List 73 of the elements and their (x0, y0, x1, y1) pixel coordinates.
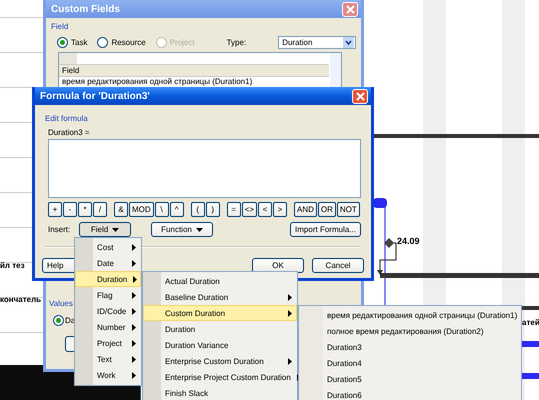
menu-item[interactable]: Work (75, 367, 141, 383)
milestone-date: 24.09 (397, 236, 420, 246)
type-label: Type: (226, 38, 246, 47)
operator-button[interactable]: / (93, 202, 107, 217)
operator-button[interactable]: <> (242, 202, 258, 217)
menu-item[interactable]: Project (75, 335, 141, 351)
group-label: Values (49, 299, 73, 308)
cancel-button[interactable]: Cancel (312, 258, 364, 273)
window-title: Custom Fields (51, 4, 120, 14)
operator-button[interactable]: > (273, 202, 288, 217)
operator-button[interactable]: < (258, 202, 272, 217)
menu-item[interactable]: Duration (143, 321, 297, 337)
task-bar (522, 341, 539, 347)
radio-option[interactable]: Resource (97, 37, 146, 48)
menu-item[interactable]: Finish Slack (143, 385, 297, 400)
menu-item[interactable]: Enterprise Custom Duration (143, 353, 297, 369)
operator-button[interactable]: * (78, 202, 92, 217)
menu-item[interactable]: Duration Variance (143, 337, 297, 353)
operator-button[interactable]: \ (154, 202, 169, 217)
list-row[interactable] (59, 53, 329, 65)
task-name: кончатель (0, 295, 42, 304)
operator-button[interactable]: AND (294, 202, 317, 217)
close-icon (356, 92, 364, 100)
type-dropdown[interactable]: Duration (278, 36, 356, 49)
operator-button[interactable]: - (63, 202, 77, 217)
operator-button[interactable]: OR (318, 202, 336, 217)
menu-item[interactable]: время редактирования одной страницы (Duration1) (299, 307, 521, 323)
menu-item[interactable]: Duration6 (299, 387, 521, 400)
radio-option[interactable]: Task (57, 37, 88, 48)
caret-icon (196, 228, 203, 232)
operator-button[interactable]: MOD (129, 202, 154, 217)
menu-item[interactable]: Duration3 (299, 339, 521, 355)
column-header: Field (59, 65, 329, 77)
operator-button[interactable]: ^ (170, 202, 184, 217)
dependency-arrow (377, 242, 396, 275)
menu-item[interactable]: Text (75, 351, 141, 367)
menu-item[interactable]: Cost (75, 239, 141, 255)
menu-item[interactable]: Duration (75, 271, 141, 287)
task-bar (522, 373, 539, 379)
operator-button[interactable]: + (48, 202, 62, 217)
caret-icon (112, 228, 120, 232)
task-name: атей (522, 318, 539, 327)
insert-label: Insert: (48, 225, 72, 234)
field-button[interactable]: Field (79, 222, 131, 237)
menu-item[interactable]: ID/Code (75, 303, 141, 319)
menu-item[interactable]: Actual Duration (143, 273, 297, 289)
menu-item[interactable]: Duration4 (299, 355, 521, 371)
expression-label: Duration3 = (48, 128, 91, 137)
group-label: Edit formula (45, 114, 89, 123)
menu-item[interactable]: Custom Duration (143, 305, 297, 321)
import-formula-button[interactable]: Import Formula... (290, 222, 361, 237)
operator-button[interactable]: ) (206, 202, 220, 217)
summary-bar (522, 306, 539, 310)
menu-item[interactable]: Duration5 (299, 371, 521, 387)
menu-item[interactable]: Baseline Duration (143, 289, 297, 305)
window-title: Formula for 'Duration3' (40, 90, 150, 102)
menu-item[interactable]: Number (75, 319, 141, 335)
milestone-icon (384, 238, 394, 248)
operator-button[interactable]: = (226, 202, 241, 217)
close-button[interactable] (342, 2, 358, 16)
menu-item[interactable]: полное время редактирования (Duration2) (299, 323, 521, 339)
formula-field[interactable] (48, 139, 361, 198)
operator-button[interactable]: ( (190, 202, 205, 217)
close-icon (346, 4, 354, 14)
operator-button[interactable]: & (114, 202, 128, 217)
close-button[interactable] (352, 88, 368, 104)
operator-button[interactable]: NOT (336, 202, 360, 217)
menu-item[interactable]: Flag (75, 287, 141, 303)
task-name: йл тез (0, 261, 25, 270)
function-button[interactable]: Function (151, 222, 213, 237)
group-label: Field (51, 22, 70, 31)
dropdown-icon (343, 37, 354, 48)
list-row[interactable]: время редактирования одной страницы (Duration1) (59, 77, 329, 86)
